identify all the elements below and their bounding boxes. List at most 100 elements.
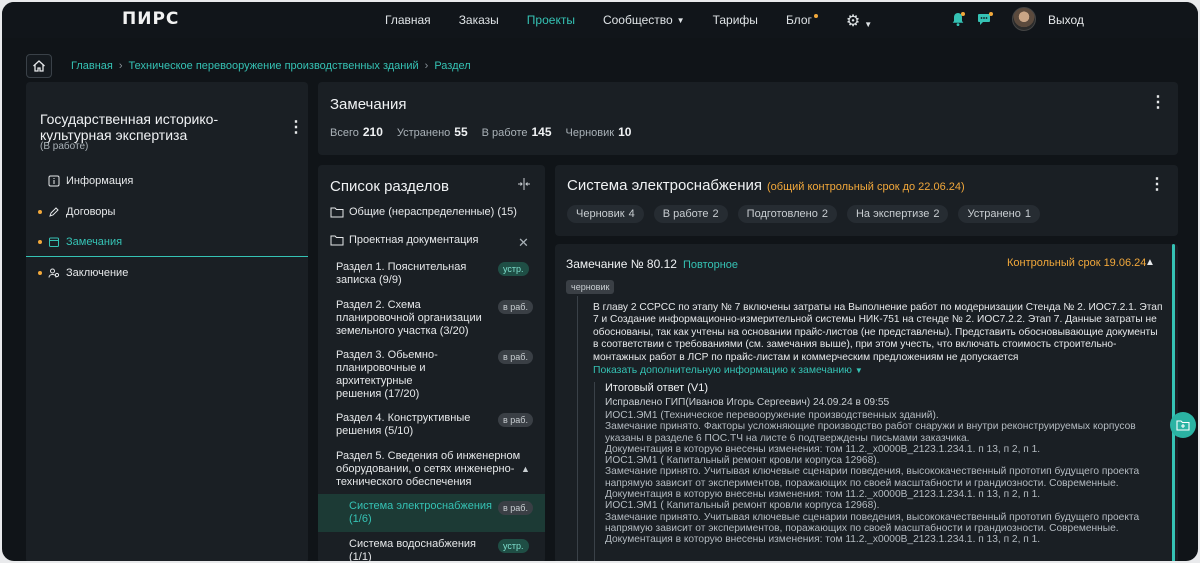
- remark-deadline: Контрольный срок 19.06.24: [1007, 257, 1147, 269]
- logout-link[interactable]: Выход: [1048, 13, 1084, 27]
- pen-icon: [48, 206, 60, 218]
- answer-line: Документация в которую внесены изменения…: [605, 443, 1041, 455]
- section-item-5[interactable]: Раздел 5. Сведения об инженерном оборудо…: [336, 450, 521, 489]
- breadcrumb-section[interactable]: Раздел: [434, 60, 470, 72]
- chevron-up-icon[interactable]: ▲: [521, 464, 530, 474]
- answer-line: Замечание принято. Учитывая ключевые сце…: [605, 511, 1140, 534]
- section-item-3[interactable]: Раздел 3. Обьемно-планировочные и архите…: [336, 349, 456, 401]
- nav-blog-label: Блог: [785, 13, 812, 27]
- avatar[interactable]: [1012, 7, 1036, 31]
- answer-line: ИОС1.ЭМ1 ( Капитальный ремонт кровли кор…: [605, 455, 880, 467]
- sidebar-item-contracts[interactable]: Договоры: [26, 197, 308, 227]
- sidebar-item-info[interactable]: Информация: [26, 166, 308, 196]
- remark-number: Замечание № 80.12: [566, 257, 677, 271]
- scrollbar[interactable]: [1172, 244, 1175, 561]
- system-name: Система электроснабжения: [567, 177, 762, 194]
- remark-card: Замечание № 80.12 Повторное Контрольный с…: [555, 244, 1178, 561]
- status-badge: в раб.: [498, 413, 533, 427]
- sidebar-item-label: Информация: [66, 175, 134, 187]
- sidebar-item-label: Заключение: [66, 267, 129, 279]
- nav-tariffs[interactable]: Тарифы: [713, 13, 758, 33]
- stat-value: 10: [618, 125, 632, 139]
- more-options-icon[interactable]: ⋮: [1149, 176, 1165, 194]
- filter-in-work[interactable]: В работе 2: [653, 205, 728, 223]
- status-badge: в раб.: [498, 300, 533, 314]
- stat-fixed: Устранено 55: [397, 125, 468, 139]
- chevron-up-icon[interactable]: ▲: [1145, 257, 1155, 268]
- collapse-icon[interactable]: ✕: [518, 235, 529, 251]
- sidebar-item-label: Договоры: [66, 206, 116, 218]
- users-icon: [48, 267, 60, 279]
- status-badge: в раб.: [498, 501, 533, 515]
- subsection-electric[interactable]: Система электроснабжения (1/6): [349, 500, 494, 526]
- draft-tag: черновик: [566, 280, 615, 294]
- nav-community[interactable]: Сообщество ▼: [603, 13, 685, 33]
- stat-label: Устранено: [396, 127, 451, 139]
- sections-list: Список разделов Общие (нераспределенные)…: [318, 165, 545, 561]
- filter-draft[interactable]: Черновик 4: [567, 205, 644, 223]
- answer-line: Замечание принято. Учитывая ключевые сце…: [605, 466, 1140, 489]
- status-filters: Черновик 4 В работе 2 Подготовлено 2 На экс…: [567, 205, 1050, 223]
- folder-label: Общие (нераспределенные) (15): [349, 206, 517, 218]
- filter-prepared[interactable]: Подготовлено 2: [737, 205, 837, 223]
- nav-blog[interactable]: Блог: [786, 13, 818, 33]
- collapse-horizontal-icon[interactable]: [517, 177, 531, 191]
- caret-down-icon: ▼: [854, 366, 863, 375]
- status-badge: устр.: [498, 539, 529, 553]
- chip-count: 4: [628, 208, 635, 220]
- calendar-icon: [48, 236, 60, 248]
- chip-label: На экспертизе: [855, 208, 930, 220]
- breadcrumb-project[interactable]: Техническое перевооружение производствен…: [129, 60, 419, 72]
- system-title: Система электроснабжения (общий контрольн…: [567, 177, 965, 194]
- section-item-2[interactable]: Раздел 2. Схема планировочной организаци…: [336, 299, 486, 338]
- folder-icon: [330, 207, 344, 218]
- stat-in-work: В работе 145: [482, 125, 552, 139]
- chip-count: 1: [1024, 208, 1031, 220]
- section-item-1[interactable]: Раздел 1. Пояснительная записка (9/9): [336, 261, 486, 287]
- nav-projects[interactable]: Проекты: [527, 13, 575, 33]
- chip-label: Подготовлено: [746, 208, 818, 220]
- nav-orders[interactable]: Заказы: [459, 13, 499, 33]
- chip-label: В работе: [662, 208, 709, 220]
- folder-project-docs[interactable]: Проектная документация: [330, 234, 478, 246]
- subsection-water[interactable]: Система водоснабжения (1/1): [349, 538, 479, 561]
- new-indicator-dot: [813, 14, 818, 18]
- chip-label: Черновик: [576, 208, 625, 220]
- answer-line: ИОС1.ЭМ1 ( Капитальный ремонт кровли кор…: [605, 500, 880, 512]
- folder-label: Проектная документация: [349, 234, 479, 246]
- show-more-link[interactable]: Показать дополнительную информацию к зам…: [593, 365, 863, 376]
- answer-text: ИОС1.ЭМ1 (Техническое перевооружение про…: [605, 410, 1165, 546]
- remark-text: В главу 2 ССРСС по этапу № 7 включены за…: [593, 302, 1163, 363]
- nav-home[interactable]: Главная: [385, 13, 431, 33]
- chat-icon[interactable]: [977, 11, 993, 27]
- answer-title: Итоговый ответ (V1): [605, 382, 709, 394]
- status-dot: [38, 239, 42, 244]
- filter-on-expertise[interactable]: На экспертизе 2: [846, 205, 949, 223]
- remark-title: Замечание № 80.12 Повторное: [566, 257, 738, 271]
- logo[interactable]: ПИРС: [122, 9, 179, 29]
- nav-links: Главная Заказы Проекты Сообщество ▼ Тариф…: [385, 13, 900, 33]
- folder-general[interactable]: Общие (нераспределенные) (15): [330, 206, 517, 218]
- bell-icon[interactable]: [950, 11, 966, 27]
- breadcrumb-home[interactable]: Главная: [71, 60, 113, 72]
- answer-line: Документация в которую внесены изменения…: [605, 534, 1041, 546]
- chip-count: 2: [821, 208, 828, 220]
- more-options-icon[interactable]: ⋮: [288, 119, 304, 137]
- remarks-stats: Всего 210 Устранено 55 В работе 145 Чернови…: [330, 125, 645, 139]
- sections-title: Список разделов: [330, 178, 449, 195]
- add-folder-button[interactable]: [1170, 412, 1196, 438]
- chevron-down-icon: ▼: [864, 20, 873, 29]
- filter-fixed[interactable]: Устранено 1: [958, 205, 1040, 223]
- status-dot: [38, 210, 42, 214]
- project-sidebar: Государственная историко-культурная эксп…: [26, 82, 308, 561]
- sidebar-item-remarks[interactable]: Замечания: [26, 227, 308, 257]
- more-options-icon[interactable]: ⋮: [1150, 94, 1166, 112]
- app-window: ПИРС Главная Заказы Проекты Сообщество ▼ …: [2, 2, 1198, 561]
- stat-label: Черновик: [565, 127, 615, 139]
- breadcrumb-separator: ›: [424, 60, 429, 72]
- sidebar-item-conclusion[interactable]: Заключение: [26, 258, 308, 288]
- answer-thread-line: [594, 382, 595, 561]
- home-button[interactable]: [26, 54, 52, 78]
- section-item-4[interactable]: Раздел 4. Конструктивные решения (5/10): [336, 412, 486, 438]
- settings-menu[interactable]: ⚙ ▼: [846, 13, 872, 33]
